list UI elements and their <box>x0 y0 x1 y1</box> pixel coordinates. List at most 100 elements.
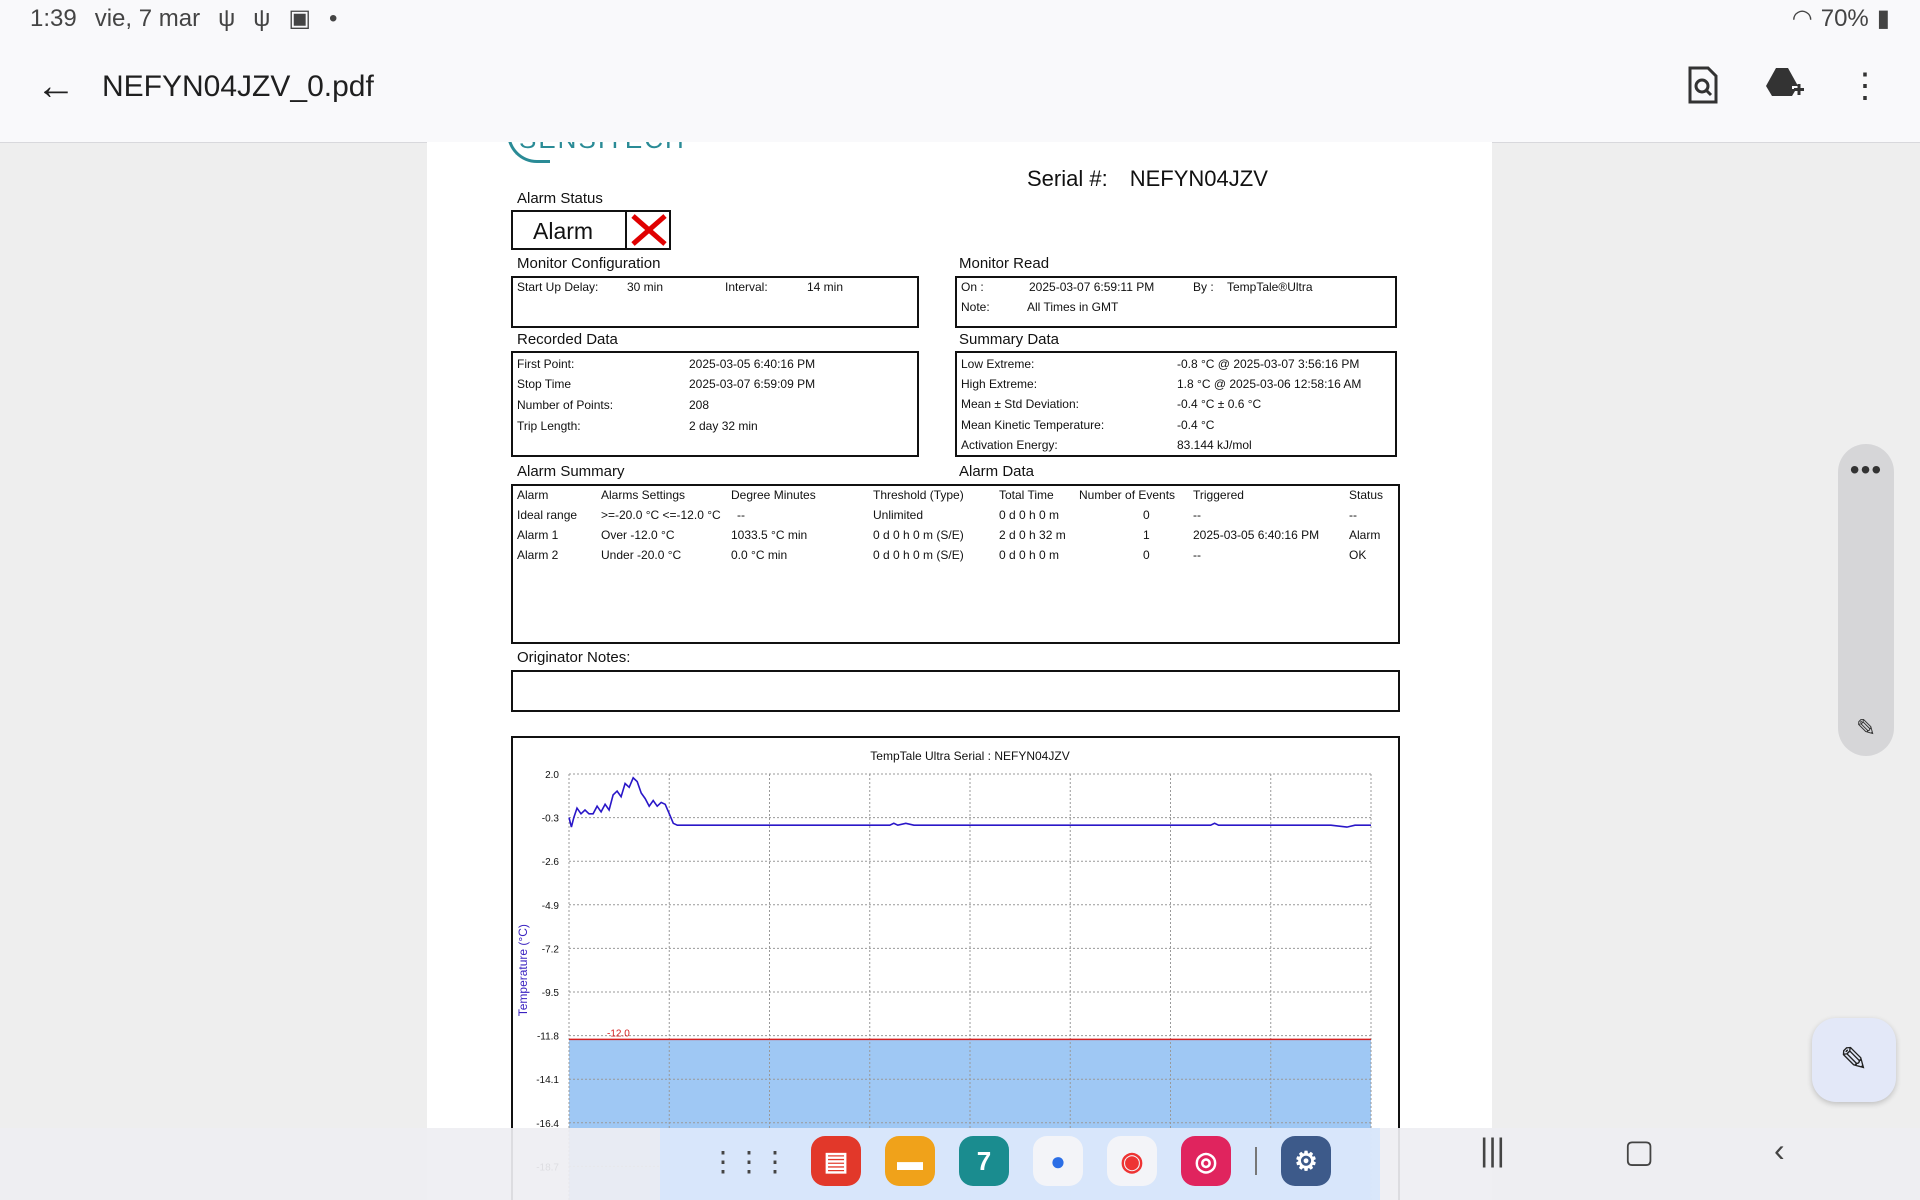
alarm-table-cell: -- <box>1193 548 1201 562</box>
home-icon[interactable]: ▢ <box>1624 1132 1654 1170</box>
y-axis-label: Temperature (°C) <box>516 924 530 1016</box>
read-on-value: 2025-03-07 6:59:11 PM <box>1029 280 1155 294</box>
recorded-data-box: First Point: 2025-03-05 6:40:16 PM Stop … <box>511 351 919 457</box>
alarm-table-cell: -- <box>1349 508 1357 522</box>
recorded-key: Number of Points: <box>517 398 614 412</box>
drive-add-icon[interactable] <box>1764 66 1804 113</box>
alarm-table-header: Triggered <box>1193 488 1244 502</box>
camera-app-icon[interactable]: ◎ <box>1181 1136 1231 1186</box>
alarm-table-cell: Alarm 2 <box>517 548 559 562</box>
app-dock: ⋮⋮⋮ ▤ ▬ 7 ● ◉ ◎ ⚙ <box>660 1128 1380 1200</box>
settings-app-icon[interactable]: ⚙ <box>1281 1136 1331 1186</box>
y-tick-label: 2.0 <box>545 770 559 781</box>
back-arrow-icon[interactable]: ← <box>36 64 76 109</box>
monitor-read-box: On : 2025-03-07 6:59:11 PM By : TempTale… <box>955 276 1397 328</box>
summary-value: -0.8 °C @ 2025-03-07 3:56:16 PM <box>1177 357 1360 371</box>
serial-value: NEFYN04JZV <box>1129 166 1268 191</box>
alarm-x-icon <box>625 212 671 248</box>
alarm-table-cell: 0 <box>1143 548 1150 562</box>
read-note-label: Note: <box>961 300 990 314</box>
serial-line: Serial #: NEFYN04JZV <box>1027 166 1268 192</box>
wifi-icon: ◠ <box>1791 5 1813 32</box>
pen-off-icon[interactable]: ✎ <box>1838 714 1894 743</box>
monitor-configuration-label: Monitor Configuration <box>517 255 661 272</box>
summary-key: High Extreme: <box>961 377 1038 391</box>
y-tick-label: -14.1 <box>536 1075 559 1086</box>
alarm-table-cell: Alarm 1 <box>517 528 559 542</box>
alarm-table-cell: 1 <box>1143 528 1150 542</box>
find-in-document-icon[interactable] <box>1686 66 1720 113</box>
y-tick-label: -7.2 <box>542 944 560 955</box>
alarm-table-cell: -- <box>1193 508 1201 522</box>
annotate-button[interactable]: ✎ <box>1812 1018 1896 1102</box>
summary-data-box: Low Extreme: -0.8 °C @ 2025-03-07 3:56:1… <box>955 351 1397 457</box>
floating-toolbar[interactable]: ••• ✎ <box>1838 444 1894 756</box>
summary-value: -0.4 °C ± 0.6 °C <box>1177 397 1262 411</box>
y-tick-label: -9.5 <box>542 988 560 999</box>
read-by-value: TempTale®Ultra <box>1227 280 1313 294</box>
alarm-status-label: Alarm Status <box>517 190 603 207</box>
messages-app-icon[interactable]: ● <box>1033 1136 1083 1186</box>
usb-icon: ψ <box>218 4 236 32</box>
battery-percent: 70% <box>1820 4 1869 32</box>
start-delay-value: 30 min <box>627 280 664 294</box>
app-drawer-icon[interactable]: ⋮⋮⋮ <box>709 1145 789 1178</box>
alarm-table-cell: Alarm <box>1349 528 1381 542</box>
alarm-table: Alarm Alarms Settings Degree Minutes Thr… <box>511 484 1400 644</box>
notes-app-icon[interactable]: ▤ <box>811 1136 861 1186</box>
files-app-icon[interactable]: ▬ <box>885 1136 935 1186</box>
alarm-table-header: Threshold (Type) <box>873 488 964 502</box>
dock-separator <box>1255 1147 1257 1175</box>
recorded-key: First Point: <box>517 357 575 371</box>
read-by-label: By : <box>1193 280 1214 294</box>
status-time: 1:39 <box>30 4 77 32</box>
alarm-table-header: Alarms Settings <box>601 488 686 502</box>
recorded-value: 2 day 32 min <box>689 419 758 433</box>
alarm-table-cell: 0 <box>1143 508 1150 522</box>
nav-back-icon[interactable]: ‹ <box>1774 1132 1785 1169</box>
chrome-app-icon[interactable]: ◉ <box>1107 1136 1157 1186</box>
recorded-value: 2025-03-07 6:59:09 PM <box>689 377 816 391</box>
monitor-read-label: Monitor Read <box>959 255 1050 272</box>
interval-label: Interval: <box>725 280 768 294</box>
chart-title: TempTale Ultra Serial : NEFYN04JZV <box>870 749 1069 763</box>
alarm-table-header: Status <box>1349 488 1384 502</box>
dot-icon: • <box>329 4 338 32</box>
summary-value: 83.144 kJ/mol <box>1177 438 1252 452</box>
battery-icon: ▮ <box>1876 5 1890 32</box>
recorded-key: Trip Length: <box>517 419 581 433</box>
alarm-status-value: Alarm <box>533 218 594 244</box>
status-bar: 1:39 vie, 7 mar ψ ψ ▣ • ◠ 70% ▮ <box>0 0 1920 38</box>
summary-value: -0.4 °C <box>1177 418 1215 432</box>
alarm-table-cell: -- <box>737 508 745 522</box>
y-tick-label: -0.3 <box>542 814 560 825</box>
app-bar: ← NEFYN04JZV_0.pdf ⋮ <box>0 38 1920 143</box>
recorded-key: Stop Time <box>517 377 572 391</box>
alarm-table-header: Alarm <box>517 488 549 502</box>
summary-data-label: Summary Data <box>959 331 1060 348</box>
read-note-value: All Times in GMT <box>1027 300 1119 314</box>
status-date: vie, 7 mar <box>94 4 201 32</box>
more-options-icon[interactable]: ⋮ <box>1848 66 1882 113</box>
start-delay-label: Start Up Delay: <box>517 280 599 294</box>
alarm-table-cell: 1033.5 °C min <box>731 528 808 542</box>
alarm-table-cell: >=-20.0 °C <=-12.0 °C <box>601 508 721 522</box>
monitor-configuration-box: Start Up Delay: 30 min Interval: 14 min <box>511 276 919 328</box>
serial-label: Serial #: <box>1027 166 1108 191</box>
alarm-data-label: Alarm Data <box>959 463 1035 480</box>
calendar-app-icon[interactable]: 7 <box>959 1136 1009 1186</box>
y-tick-label: -4.9 <box>542 901 560 912</box>
alarm-table-cell: 0 d 0 h 0 m <box>999 548 1060 562</box>
alarm-table-cell: 0 d 0 h 0 m (S/E) <box>873 548 964 562</box>
alarm-table-cell: 0.0 °C min <box>731 548 788 562</box>
pdf-page: SENSITECH Serial #: NEFYN04JZV Alarm Stat… <box>427 142 1492 1200</box>
company-logo: SENSITECH <box>519 142 686 155</box>
alarm-table-cell: Over -12.0 °C <box>601 528 675 542</box>
alarm-status-box: Alarm <box>511 210 671 250</box>
more-horizontal-icon[interactable]: ••• <box>1838 454 1894 486</box>
alarm-table-cell: 0 d 0 h 0 m <box>999 508 1060 522</box>
read-on-label: On : <box>961 280 984 294</box>
recent-apps-icon[interactable]: ||| <box>1480 1132 1505 1169</box>
edit-pen-icon: ✎ <box>1839 1041 1869 1079</box>
alarm-table-cell: OK <box>1349 548 1367 562</box>
